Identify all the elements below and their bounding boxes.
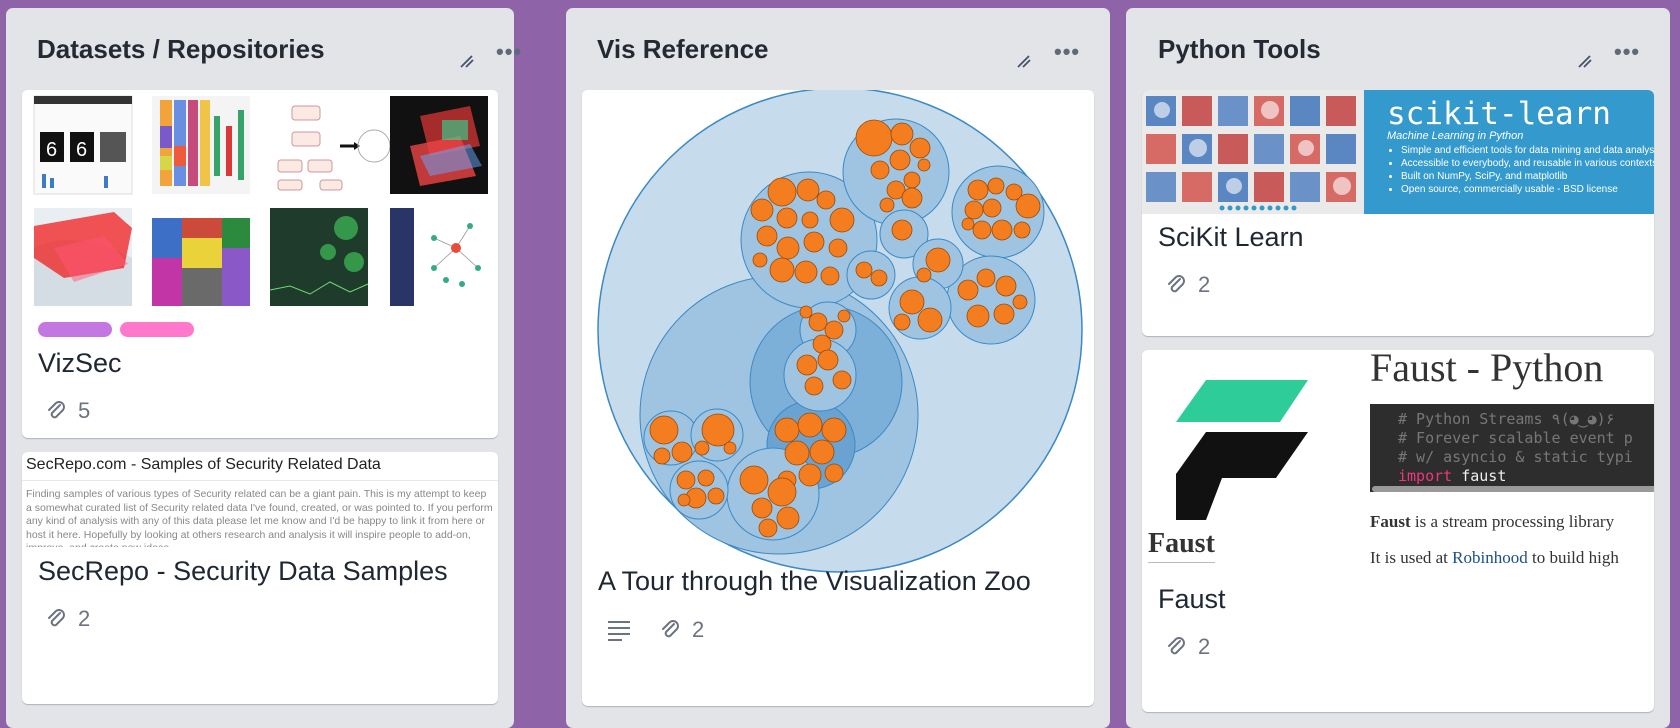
card-cover-image [582,90,1094,586]
desc2-pre: It is used at [1370,548,1453,567]
card-title: Faust [1158,584,1226,614]
list-vis-reference: Vis Reference ••• A Tour through the Vis… [566,8,1110,728]
code-comment: # Forever scalable event p [1398,429,1633,447]
attachment-count: 5 [78,398,91,423]
card-secrepo[interactable]: SecRepo.com - Samples of Security Relate… [22,452,498,704]
paperclip-icon [662,620,679,638]
attachments-badge: 2 [1164,634,1210,660]
card-label-purple[interactable] [38,322,112,337]
code-identifier: faust [1461,467,1507,485]
attachment-count: 2 [1198,272,1211,297]
desc-bold: Faust [1370,512,1411,531]
card-title: VizSec [38,348,122,378]
card-visualization-zoo[interactable]: A Tour through the Visualization Zoo 2 [582,90,1094,706]
description-icon [608,621,630,641]
list-title[interactable]: Python Tools [1158,34,1321,65]
attachment-count: 2 [1198,634,1211,659]
svg-text:6: 6 [46,139,57,161]
robinhood-link: Robinhood [1452,548,1528,567]
list-title[interactable]: Datasets / Repositories [37,34,325,65]
code-import-line: import faust [1398,467,1654,486]
cover-description: Faust is a stream processing library [1370,512,1614,532]
paperclip-icon [1168,275,1185,293]
card-scikit-learn[interactable]: scikit-learn Machine Learning in Python … [1142,90,1654,336]
list-python-tools: Python Tools ••• scikit-learn Machine Le… [1126,8,1670,728]
cover-text: Finding samples of various types of Secu… [26,488,493,547]
cover-subtitle: Machine Learning in Python [1387,130,1524,142]
cover-bullet: Accessible to everybody, and reusable in… [1401,157,1654,170]
paperclip-icon [48,401,65,419]
list-datasets-repositories: Datasets / Repositories ••• 66 VizSec 5 … [6,8,521,728]
code-scrollbar [1372,486,1654,492]
desc-rest: is a stream processing library [1410,512,1615,531]
card-badges: 2 [606,617,704,643]
cover-description-2: It is used at Robinhood to build high [1370,548,1619,568]
card-title: SciKit Learn [1158,222,1304,252]
card-cover-image: SecRepo.com - Samples of Security Relate… [22,452,498,547]
list-title[interactable]: Vis Reference [597,34,769,65]
svg-text:6: 6 [76,139,87,161]
code-comment: # w/ asyncio & static typi [1398,448,1633,466]
desc2-post: to build high [1527,548,1619,567]
cover-heading: Faust - Python [1370,350,1604,390]
cover-bullet: Open source, commercially usable - BSD l… [1401,183,1654,196]
list-menu-icon[interactable]: ••• [1054,41,1080,63]
edit-title-icon[interactable] [458,50,478,70]
cover-heading: SecRepo.com - Samples of Security Relate… [26,456,381,473]
code-block: # Python Streams ٩(◕‿◕)۶ # Forever scala… [1370,404,1654,492]
edit-title-icon[interactable] [1576,50,1596,70]
faust-logo-text: Faust [1148,528,1215,563]
list-menu-icon[interactable]: ••• [1614,41,1640,63]
cover-bullet: Built on NumPy, SciPy, and matplotlib [1401,170,1654,183]
card-title: SecRepo - Security Data Samples [38,556,448,586]
attachments-badge: 5 [44,398,90,424]
cover-bullets: Simple and efficient tools for data mini… [1387,144,1654,196]
card-vizsec[interactable]: 66 VizSec 5 [22,90,498,438]
edit-title-icon[interactable] [1015,50,1035,70]
card-cover-image: 66 [22,90,498,318]
attachments-badge: 2 [44,606,90,632]
card-cover-image: Faust Faust - Python # Python Streams ٩(… [1142,350,1654,576]
paperclip-icon [48,609,65,627]
cover-bullet: Simple and efficient tools for data mini… [1401,144,1654,157]
attachment-count: 2 [692,617,705,642]
faust-logo-icon [1176,380,1308,520]
card-title: A Tour through the Visualization Zoo [598,566,1031,596]
code-comment: # Python Streams ٩(◕‿◕)۶ [1398,410,1615,428]
attachment-count: 2 [78,606,91,631]
code-keyword: import [1398,467,1453,485]
attachments-badge: 2 [1164,272,1210,298]
card-cover-image: scikit-learn Machine Learning in Python … [1142,90,1654,214]
card-label-pink[interactable] [120,322,194,337]
cover-brand: scikit-learn [1387,96,1611,132]
card-faust[interactable]: Faust Faust - Python # Python Streams ٩(… [1142,350,1654,712]
list-menu-icon[interactable]: ••• [496,41,522,63]
classifier-plots-image [1142,90,1364,214]
paperclip-icon [1168,637,1185,655]
